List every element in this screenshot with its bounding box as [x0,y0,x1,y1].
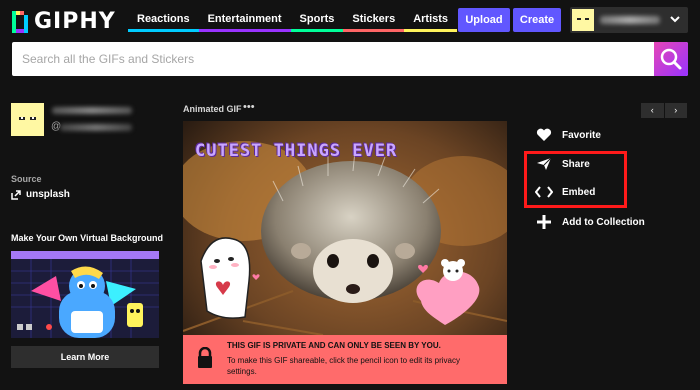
previous-gif-button[interactable]: ‹ [641,103,664,118]
learn-more-button[interactable]: Learn More [11,346,159,368]
logo-text: GIPHY [34,9,116,34]
avatar [572,9,594,31]
source-label: Source [11,174,42,184]
highlight-annotation-box [524,151,627,208]
search-icon [660,48,682,70]
search-button[interactable] [654,42,688,76]
gif-more-options-icon[interactable]: ••• [243,101,255,113]
top-nav-bar: GIPHY Reactions Entertainment Sports Sti… [0,0,700,40]
upload-button[interactable]: Upload [458,8,510,32]
virtual-background-preview[interactable] [11,251,159,338]
gif-type-label: Animated GIF [183,104,242,114]
giphy-logo-icon [12,10,28,33]
nav-artists[interactable]: Artists [404,6,458,32]
virtual-background-title: Make Your Own Virtual Background [11,233,164,243]
private-gif-banner: THIS GIF IS PRIVATE AND CAN ONLY BE SEEN… [183,335,507,384]
uploader-name-blurred [52,107,132,114]
lock-icon [197,346,213,374]
nav-reactions[interactable]: Reactions [128,6,199,32]
nav-sports[interactable]: Sports [290,6,344,32]
next-gif-button[interactable]: › [665,103,688,118]
create-button[interactable]: Create [513,8,561,32]
uploader-handle-blurred [60,124,132,131]
source-link[interactable]: unsplash [11,189,70,200]
username-blurred [600,16,660,24]
nav-stickers[interactable]: Stickers [343,6,405,32]
nav-entertainment[interactable]: Entertainment [198,6,291,32]
gif-caption: CUTEST THINGS EVER [195,141,398,161]
private-gif-title: THIS GIF IS PRIVATE AND CAN ONLY BE SEEN… [227,341,441,350]
video-call-illustration [11,259,159,338]
main-nav: Reactions Entertainment Sports Stickers … [128,6,480,32]
add-to-collection-action[interactable]: Add to Collection [534,215,645,229]
search-bar [12,42,688,76]
gif-pager: ‹ › [641,103,687,118]
plus-icon [534,215,554,229]
external-link-icon [11,189,21,200]
favorite-action[interactable]: Favorite [534,128,601,142]
giphy-logo[interactable]: GIPHY [12,9,116,34]
add-to-collection-label: Add to Collection [562,216,645,228]
chevron-down-icon[interactable] [670,12,680,29]
user-menu[interactable] [570,7,688,33]
gif-display[interactable]: CUTEST THINGS EVER THIS GIF IS PRIVATE A… [183,121,507,384]
search-input[interactable] [12,42,652,76]
uploader-avatar[interactable] [11,103,44,136]
favorite-label: Favorite [562,129,601,141]
source-value: unsplash [26,189,70,200]
private-gif-message: To make this GIF shareable, click the pe… [227,356,460,376]
heart-icon [534,128,554,142]
